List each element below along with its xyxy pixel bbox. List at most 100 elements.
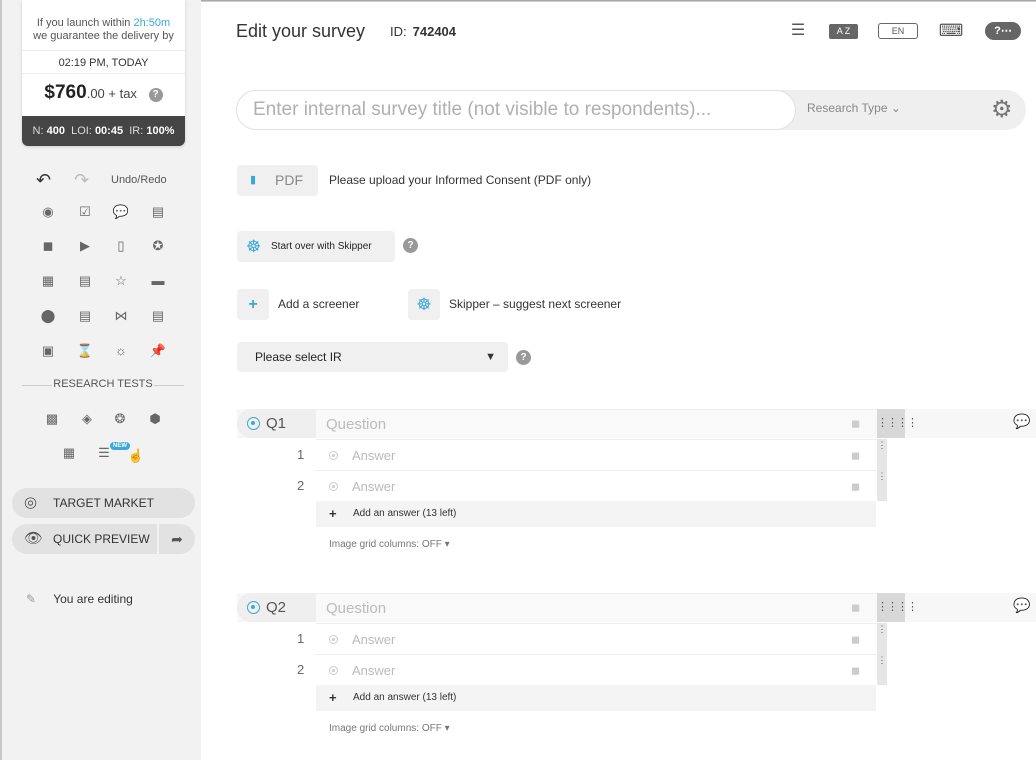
hand-cursor-icon[interactable]: ☝ (126, 446, 146, 466)
survey-id-label: ID: (390, 24, 407, 39)
radio-icon (329, 635, 338, 644)
grid-columns-label: Image grid columns: OFF (329, 723, 442, 734)
share-preview-icon[interactable]: ➦ (159, 524, 195, 554)
stats-ir: 100% (146, 125, 175, 137)
camera-icon[interactable]: ◼ (851, 633, 860, 646)
answer-drag-handle-icon[interactable]: ⋮ (877, 439, 887, 470)
camera-icon[interactable]: ◼ (38, 236, 58, 256)
plus-icon: + (329, 690, 337, 705)
research-type-dropdown[interactable]: Research Type ⌄ (807, 101, 901, 115)
translate-icon[interactable]: A Z (829, 24, 858, 39)
radio-icon[interactable]: ◉ (38, 202, 58, 222)
form-icon[interactable]: ▤ (75, 271, 95, 291)
camera-icon[interactable]: ◼ (851, 664, 860, 677)
comment-icon[interactable]: 💬 (1013, 597, 1030, 614)
ranking-icon[interactable]: ⬤ (38, 306, 58, 326)
mobile-icon[interactable]: ▯ (111, 236, 131, 256)
answer-drag-handle-icon[interactable]: ⋮ (877, 623, 887, 654)
grid-columns-label: Image grid columns: OFF (329, 539, 442, 550)
start-over-skipper-button[interactable]: ☸ Start over with Skipper (237, 231, 395, 262)
sidebar: If you launch within 2h:50m we guarantee… (0, 0, 201, 760)
stats-loi-label: LOI: (71, 125, 92, 137)
price-amount: $760 (44, 82, 87, 103)
add-answer-button[interactable]: + Add an answer (13 left) (316, 501, 876, 527)
drag-handle-icon[interactable]: ⋮⋮⋮⋮ (877, 409, 918, 438)
keyboard-icon[interactable]: ⌨ (937, 22, 965, 40)
redo-icon[interactable]: ↷ (74, 170, 89, 191)
answer-row: 1 Answer ◼ ⋮ (237, 439, 897, 470)
add-answer-button[interactable]: + Add an answer (13 left) (316, 685, 876, 711)
gear-icon[interactable]: ⚙ (991, 96, 1013, 124)
price-help-icon[interactable]: ? (148, 88, 163, 102)
comment-icon[interactable]: ▤ (148, 202, 168, 222)
grid-chart-icon[interactable]: ▦ (59, 443, 79, 463)
skipper-help-icon[interactable]: ? (403, 238, 418, 253)
image-grid-columns-dropdown[interactable]: Image grid columns: OFF ▾ (329, 723, 450, 734)
launch-guarantee-text: If you launch within 2h:50m we guarantee… (22, 0, 185, 43)
ir-select[interactable]: Please select IR ▼ (237, 342, 508, 372)
add-answer-label: Add an answer (13 left) (353, 692, 457, 703)
caret-down-icon: ▾ (444, 539, 450, 550)
bar-chart-icon[interactable]: ▩ (42, 409, 62, 429)
outline-icon[interactable]: ☰ (788, 22, 808, 40)
question-label[interactable]: Q2 (237, 593, 316, 622)
answer-drag-handle-icon[interactable]: ⋮ (877, 654, 887, 685)
ir-help-icon[interactable]: ? (516, 350, 531, 365)
pdf-file-icon: ▮ (250, 174, 257, 186)
answer-placeholder: Answer (352, 632, 396, 647)
answer-row: 2 Answer ◼ ⋮ (237, 470, 897, 501)
add-screener-button[interactable]: + (237, 289, 269, 320)
question-number: Q1 (266, 415, 287, 432)
comment-icon[interactable]: 💬 (1013, 413, 1030, 430)
bowtie-icon[interactable]: ⋈ (111, 306, 131, 326)
camera-icon[interactable]: ◼ (851, 601, 860, 614)
top-shadow (201, 0, 1036, 2)
ir-select-label: Please select IR (255, 350, 342, 364)
video-icon[interactable]: ▶ (75, 236, 95, 256)
undo-icon[interactable]: ↶ (36, 170, 51, 191)
answer-input[interactable]: Answer (316, 470, 876, 501)
pdf-upload-button[interactable]: ▮ PDF (237, 165, 318, 196)
stats-n: 400 (46, 125, 65, 137)
quick-preview-button[interactable]: 👁 QUICK PREVIEW (12, 524, 157, 554)
answer-input[interactable]: Answer (316, 623, 876, 654)
hourglass-icon[interactable]: ⌛ (75, 341, 95, 361)
question-input[interactable]: Question (316, 593, 876, 622)
checkbox-icon[interactable]: ☑ (75, 202, 95, 222)
list-icon[interactable]: ▤ (75, 306, 95, 326)
pin-icon[interactable]: 📌 (148, 341, 168, 361)
skipper-suggest-icon[interactable]: ☸ (408, 289, 440, 320)
target-market-button[interactable]: ◎ TARGET MARKET (12, 488, 195, 518)
help-icon[interactable]: ?⋯ (985, 22, 1021, 40)
camera-icon[interactable]: ◼ (851, 480, 860, 493)
tag-icon[interactable]: ◈ (77, 409, 97, 429)
skipper-suggest-label[interactable]: Skipper – suggest next screener (449, 297, 621, 311)
launch-prefix: If you launch within (36, 17, 131, 29)
camera-icon[interactable]: ◼ (851, 449, 860, 462)
speech-bubble-icon[interactable]: 💬 (111, 202, 131, 222)
camera-icon[interactable]: ◼ (851, 417, 860, 430)
share-nodes-icon[interactable]: ❂ (110, 409, 130, 429)
answer-input[interactable]: Answer (316, 439, 876, 470)
cube-icon[interactable]: ⬢ (145, 409, 165, 429)
answer-drag-handle-icon[interactable]: ⋮ (877, 470, 887, 501)
calendar-icon[interactable]: ▦ (38, 271, 58, 291)
add-screener-label[interactable]: Add a screener (278, 297, 359, 311)
language-button[interactable]: EN (878, 23, 918, 39)
image-grid-columns-dropdown[interactable]: Image grid columns: OFF ▾ (329, 539, 450, 550)
star-icon[interactable]: ☆ (111, 271, 131, 291)
clipboard-icon[interactable]: ▤ (148, 306, 168, 326)
radio-icon (247, 601, 260, 614)
survey-title-input[interactable] (236, 90, 796, 130)
dropdown-icon[interactable]: ▣ (38, 341, 58, 361)
price-card: If you launch within 2h:50m we guarantee… (22, 0, 185, 146)
question-label[interactable]: Q1 (237, 409, 316, 438)
plus-icon: + (329, 506, 337, 521)
eye-icon[interactable]: ☼ (111, 341, 131, 361)
drag-handle-icon[interactable]: ⋮⋮⋮⋮ (877, 593, 918, 622)
award-icon[interactable]: ✪ (148, 236, 168, 256)
answer-number: 2 (297, 662, 305, 677)
answer-input[interactable]: Answer (316, 654, 876, 685)
slider-icon[interactable]: ▬ (148, 271, 168, 291)
question-input[interactable]: Question (316, 409, 876, 438)
